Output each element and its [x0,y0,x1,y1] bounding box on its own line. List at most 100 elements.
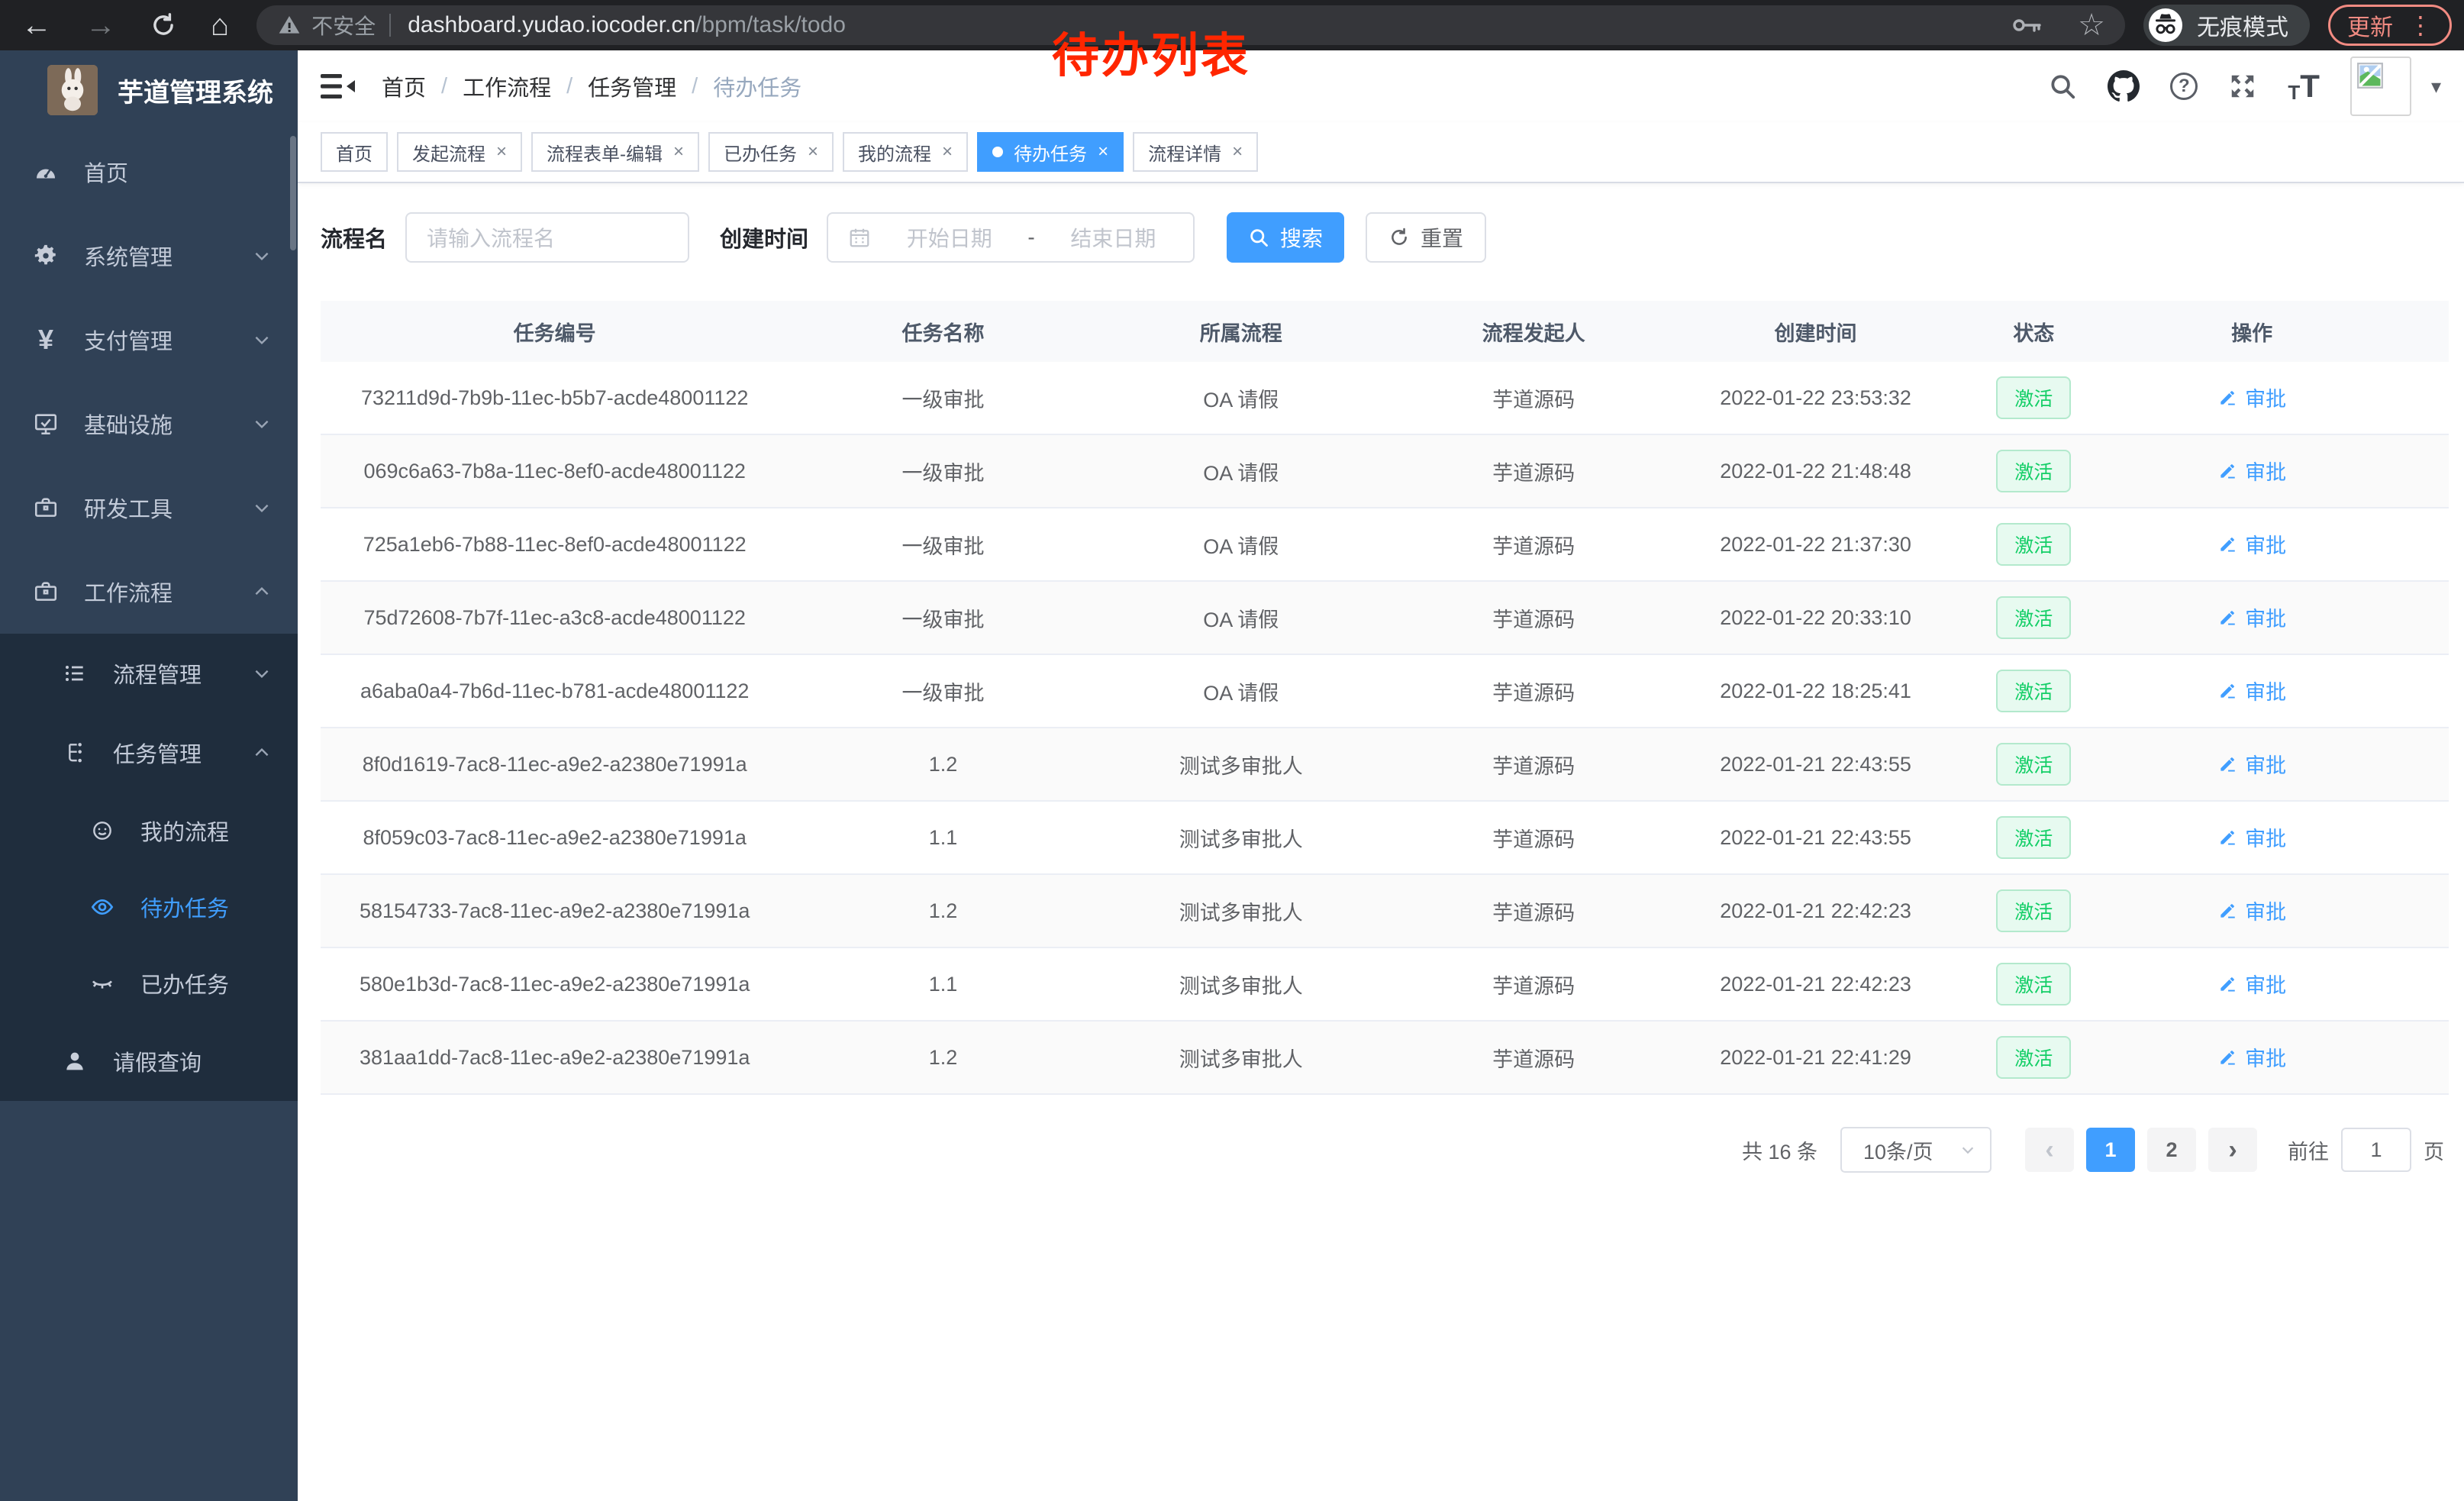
sidebar-item-done-tasks[interactable]: 已办任务 [0,945,298,1022]
close-icon[interactable]: × [808,141,818,163]
close-icon[interactable]: × [942,141,953,163]
incognito-label: 无痕模式 [2197,8,2288,42]
start-date-placeholder[interactable]: 开始日期 [889,222,1009,253]
sidebar: 芋道管理系统 首页 系统管理 ¥ 支付管理 基础设施 [0,50,298,1501]
sidebar-item-payment[interactable]: ¥ 支付管理 [0,298,298,382]
search-button[interactable]: 搜索 [1227,212,1344,263]
approve-button[interactable]: 审批 [2217,676,2286,705]
cell-process: 测试多审批人 [1098,970,1385,999]
approve-button[interactable]: 审批 [2217,529,2286,559]
sidebar-item-todo-tasks[interactable]: 待办任务 [0,869,298,945]
chevron-up-icon [252,582,272,602]
approve-button[interactable]: 审批 [2217,1042,2286,1072]
process-name-input[interactable]: 请输入流程名 [405,212,689,263]
url-divider [389,14,391,37]
sidebar-item-infra[interactable]: 基础设施 [0,382,298,466]
app-logo-row[interactable]: 芋道管理系统 [0,50,298,130]
date-range-picker[interactable]: 开始日期 - 结束日期 [827,212,1195,263]
end-date-placeholder[interactable]: 结束日期 [1053,222,1173,253]
tab-done-tasks[interactable]: 已办任务× [708,132,834,172]
page-size-select[interactable]: 10条/页 [1840,1127,1992,1173]
approve-button[interactable]: 审批 [2217,602,2286,632]
search-icon[interactable] [2048,72,2077,101]
update-button[interactable]: 更新 ⋮ [2328,5,2452,46]
github-icon[interactable] [2108,70,2140,102]
approve-button[interactable]: 审批 [2217,456,2286,486]
cell-process: 测试多审批人 [1098,896,1385,926]
cell-create-time: 2022-01-21 22:42:23 [1682,973,1949,996]
close-icon[interactable]: × [1098,141,1108,163]
sidebar-item-home[interactable]: 首页 [0,130,298,214]
gear-icon [29,243,63,269]
tab-start-process[interactable]: 发起流程× [397,132,522,172]
tab-todo-tasks[interactable]: 待办任务× [977,132,1124,172]
cell-actions: 审批 [2119,749,2385,780]
cell-task-name: 一级审批 [789,603,1097,633]
cell-starter: 芋道源码 [1385,1043,1682,1073]
sidebar-item-leave-query[interactable]: 请假查询 [0,1022,298,1101]
reload-icon[interactable] [150,11,177,39]
fullscreen-icon[interactable] [2228,72,2257,101]
avatar[interactable] [2350,56,2411,116]
close-icon[interactable]: × [673,141,684,163]
tab-form-edit[interactable]: 流程表单-编辑× [531,132,699,172]
table-header: 任务编号 任务名称 所属流程 流程发起人 创建时间 状态 操作 [321,301,2449,362]
todo-task-table: 任务编号 任务名称 所属流程 流程发起人 创建时间 状态 操作 73211d9d… [321,301,2449,1095]
approve-button[interactable]: 审批 [2217,383,2286,412]
sidebar-item-my-process[interactable]: 我的流程 [0,792,298,869]
hamburger-icon[interactable] [321,72,356,101]
app-header: 首页 / 工作流程 / 任务管理 / 待办任务 ? TT [298,50,2464,122]
close-icon[interactable]: × [496,141,507,163]
sidebar-item-process-mgmt[interactable]: 流程管理 [0,634,298,713]
key-icon[interactable] [2012,17,2043,34]
pen-icon [2217,461,2237,481]
security-warning-icon[interactable] [276,13,302,37]
tab-process-detail[interactable]: 流程详情× [1133,132,1258,172]
approve-button[interactable]: 审批 [2217,749,2286,779]
breadcrumb-home[interactable]: 首页 [382,70,426,102]
cell-task-id: 381aa1dd-7ac8-11ec-a9e2-a2380e71991a [321,1046,789,1070]
process-name-label: 流程名 [321,221,387,253]
approve-button[interactable]: 审批 [2217,896,2286,925]
reset-button[interactable]: 重置 [1366,212,1486,263]
col-status: 状态 [1949,317,2119,347]
bookmark-star-icon[interactable]: ☆ [2078,8,2105,43]
breadcrumb-task-mgmt[interactable]: 任务管理 [588,70,676,102]
toolbox-icon [29,495,63,521]
chevron-down-icon [252,330,272,350]
cell-status: 激活 [1949,596,2119,639]
prev-page-button[interactable]: ‹ [2025,1128,2074,1172]
browser-menu-icon[interactable]: ⋮ [2408,11,2433,40]
cell-task-name: 1.2 [789,1046,1097,1070]
close-icon[interactable]: × [1232,141,1243,163]
sidebar-item-system[interactable]: 系统管理 [0,214,298,298]
tab-home[interactable]: 首页 [321,132,388,172]
breadcrumb-workflow[interactable]: 工作流程 [463,70,551,102]
forward-icon[interactable]: → [85,10,116,40]
update-label[interactable]: 更新 [2347,8,2393,42]
font-size-icon[interactable]: TT [2288,70,2320,102]
sidebar-item-task-mgmt[interactable]: 任务管理 [0,713,298,792]
home-icon[interactable]: ⌂ [211,10,229,40]
sidebar-item-devtools[interactable]: 研发工具 [0,466,298,550]
jump-page-input[interactable]: 1 [2341,1128,2411,1172]
sidebar-item-workflow[interactable]: 工作流程 [0,550,298,634]
security-label[interactable]: 不安全 [311,10,376,40]
approve-button[interactable]: 审批 [2217,969,2286,999]
help-icon[interactable]: ? [2170,73,2198,100]
sidebar-scrollbar-thumb[interactable] [290,136,296,250]
tab-my-process[interactable]: 我的流程× [843,132,968,172]
cell-task-id: 8f059c03-7ac8-11ec-a9e2-a2380e71991a [321,826,789,850]
cell-starter: 芋道源码 [1385,823,1682,853]
page-button-2[interactable]: 2 [2147,1128,2196,1172]
next-page-button[interactable]: › [2208,1128,2257,1172]
pen-icon [2217,608,2237,628]
cell-actions: 审批 [2119,969,2385,999]
table-row: 75d72608-7b7f-11ec-a3c8-acde48001122 一级审… [321,582,2449,655]
avatar-caret-icon[interactable]: ▾ [2431,75,2441,98]
page-button-1[interactable]: 1 [2086,1128,2135,1172]
approve-button[interactable]: 审批 [2217,822,2286,852]
col-task-name: 任务名称 [789,317,1097,347]
status-badge: 激活 [1996,963,2071,1006]
back-icon[interactable]: ← [21,10,52,40]
